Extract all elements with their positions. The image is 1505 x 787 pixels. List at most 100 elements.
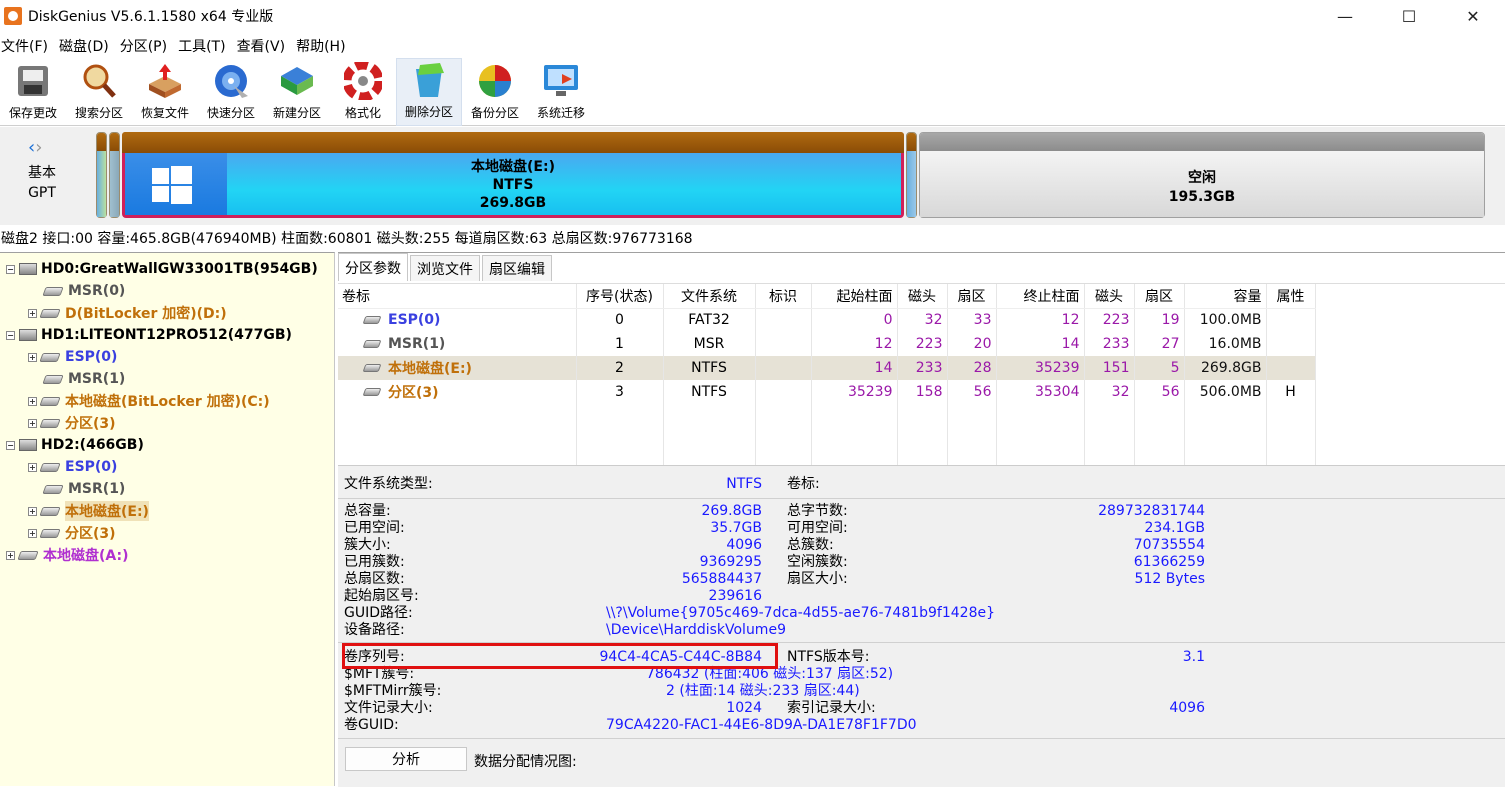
selected-partition-fs: NTFS — [492, 177, 534, 193]
col-start-sector[interactable]: 扇区 — [947, 284, 997, 309]
table-row[interactable]: 分区(3) 3 NTFS 35239 158 56 35304 32 56 50… — [338, 380, 1316, 404]
total-capacity-value: 269.8GB — [701, 503, 762, 519]
partition-icon — [39, 506, 61, 516]
tab-browse-files[interactable]: 浏览文件 — [410, 255, 480, 281]
delete-partition-button[interactable]: 删除分区 — [396, 58, 462, 126]
partition-icon — [362, 340, 382, 348]
menu-view[interactable]: 查看(V) — [235, 36, 295, 56]
partition-icon — [39, 418, 61, 428]
menu-tools[interactable]: 工具(T) — [176, 36, 234, 56]
selected-partition-name: 本地磁盘(E:) — [471, 159, 555, 175]
maximize-button[interactable]: ☐ — [1377, 0, 1441, 32]
device-path-value: \Device\HarddiskVolume9 — [606, 622, 786, 638]
tree-hd1-p3[interactable]: + 分区(3) — [28, 412, 116, 434]
tree-hd2-e[interactable]: + 本地磁盘(E:) — [28, 500, 149, 522]
backup-partition-button[interactable]: 备份分区 — [462, 58, 528, 126]
minimize-button[interactable]: — — [1313, 0, 1377, 32]
col-end-sector[interactable]: 扇区 — [1134, 284, 1185, 309]
col-flag[interactable]: 标识 — [755, 284, 812, 309]
total-bytes-value: 289732831744 — [1098, 503, 1205, 519]
tree-hd1-msr[interactable]: MSR(1) — [42, 368, 125, 390]
quick-partition-button[interactable]: 快速分区 — [198, 58, 264, 126]
fs-type-value: NTFS — [726, 476, 762, 492]
tree-hd2-esp[interactable]: + ESP(0) — [28, 456, 117, 478]
close-button[interactable]: ✕ — [1441, 0, 1505, 32]
right-panel: 分区参数 浏览文件 扇区编辑 卷标 序号(状态) 文件系统 标识 起始柱面 磁头… — [338, 252, 1505, 787]
volume-guid-value: 79CA4220-FAC1-44E6-8D9A-DA1E78F1F7D0 — [606, 717, 917, 733]
selected-partition-size: 269.8GB — [479, 195, 547, 211]
title-bar: DiskGenius V5.6.1.1580 x64 专业版 — ☐ ✕ — [0, 0, 1505, 32]
format-icon — [342, 60, 384, 102]
partition-icon — [42, 484, 64, 494]
tree-hd2[interactable]: − HD2:(466GB) — [6, 434, 144, 456]
col-fs[interactable]: 文件系统 — [663, 284, 756, 309]
hdd-icon — [19, 329, 37, 341]
col-start-head[interactable]: 磁头 — [897, 284, 948, 309]
recover-files-button[interactable]: 恢复文件 — [132, 58, 198, 126]
free-space-size: 195.3GB — [1168, 189, 1236, 205]
tree-hd0-d[interactable]: + D(BitLocker 加密)(D:) — [28, 302, 227, 324]
menu-file[interactable]: 文件(F) — [0, 36, 57, 56]
tree-hd1-c[interactable]: + 本地磁盘(BitLocker 加密)(C:) — [28, 390, 270, 412]
col-end-cyl[interactable]: 终止柱面 — [996, 284, 1085, 309]
partition-details: 文件系统类型: NTFS 卷标: 总容量: 269.8GB 总字节数: 2897… — [338, 465, 1505, 787]
col-volume[interactable]: 卷标 — [338, 284, 577, 309]
system-migrate-button[interactable]: 系统迁移 — [528, 58, 594, 126]
table-row-selected[interactable]: 本地磁盘(E:) 2 NTFS 14 233 28 35239 151 5 26… — [338, 356, 1316, 380]
col-start-cyl[interactable]: 起始柱面 — [811, 284, 898, 309]
partition-icon — [39, 396, 61, 406]
app-icon — [4, 7, 22, 25]
search-partition-button[interactable]: 搜索分区 — [66, 58, 132, 126]
menu-help[interactable]: 帮助(H) — [294, 36, 354, 56]
partition-seg-msr[interactable] — [109, 132, 120, 218]
partition-seg-3[interactable] — [906, 132, 917, 218]
analyze-button[interactable]: 分析 — [345, 747, 467, 771]
partition-icon — [362, 364, 382, 372]
tab-partition-params[interactable]: 分区参数 — [338, 253, 408, 281]
delete-partition-icon — [410, 61, 448, 99]
partition-seg-selected[interactable]: 本地磁盘(E:) NTFS 269.8GB — [122, 132, 904, 218]
tree-hd1-esp[interactable]: + ESP(0) — [28, 346, 117, 368]
menu-bar: 文件(F) 磁盘(D) 分区(P) 工具(T) 查看(V) 帮助(H) — [0, 34, 1505, 58]
partition-icon — [17, 550, 39, 560]
partition-icon — [39, 462, 61, 472]
partition-icon — [42, 286, 64, 296]
partition-icon — [362, 388, 382, 396]
new-partition-icon — [278, 62, 316, 100]
disk-tree: − HD0:GreatWallGW33001TB(954GB) MSR(0) + D… — [0, 252, 335, 786]
disk-nav-arrows[interactable]: ‹› — [28, 137, 42, 158]
new-partition-button[interactable]: 新建分区 — [264, 58, 330, 126]
table-row[interactable]: MSR(1) 1 MSR 12 223 20 14 233 27 16.0MB — [338, 332, 1316, 356]
menu-disk[interactable]: 磁盘(D) — [57, 36, 118, 56]
guid-path-value: \\?\Volume{9705c469-7dca-4d55-ae76-7481b… — [606, 605, 995, 621]
disk-info-line: 磁盘2 接口:00 容量:465.8GB(476940MB) 柱面数:60801… — [0, 226, 1505, 250]
save-changes-button[interactable]: 保存更改 — [0, 58, 66, 126]
menu-partition[interactable]: 分区(P) — [118, 36, 176, 56]
partition-icon — [39, 528, 61, 538]
tab-sector-edit[interactable]: 扇区编辑 — [482, 255, 552, 281]
tree-hd0-msr[interactable]: MSR(0) — [42, 280, 125, 302]
col-capacity[interactable]: 容量 — [1184, 284, 1267, 309]
tree-hd0[interactable]: − HD0:GreatWallGW33001TB(954GB) — [6, 258, 318, 280]
chevron-right-icon[interactable]: › — [35, 137, 42, 158]
format-button[interactable]: 格式化 — [330, 58, 396, 126]
tree-hd2-p3[interactable]: + 分区(3) — [28, 522, 116, 544]
partition-seg-esp[interactable] — [96, 132, 107, 218]
tree-hd2-msr[interactable]: MSR(1) — [42, 478, 125, 500]
tree-hd1[interactable]: − HD1:LITEONT12PRO512(477GB) — [6, 324, 292, 346]
free-space-label: 空闲 — [1188, 170, 1216, 186]
table-row[interactable]: ESP(0) 0 FAT32 0 32 33 12 223 19 100.0MB — [338, 308, 1316, 332]
col-attr[interactable]: 属性 — [1266, 284, 1316, 309]
recover-icon — [146, 62, 184, 100]
col-end-head[interactable]: 磁头 — [1084, 284, 1135, 309]
save-icon — [14, 62, 52, 100]
allocation-map-label: 数据分配情况图: — [474, 754, 577, 770]
partition-icon — [39, 352, 61, 362]
migrate-icon — [542, 62, 580, 100]
hdd-icon — [19, 263, 37, 275]
partition-seg-free[interactable]: 空闲 195.3GB — [919, 132, 1485, 218]
col-index[interactable]: 序号(状态) — [576, 284, 664, 309]
highlight-box — [342, 643, 778, 669]
hdd-icon — [19, 439, 37, 451]
tree-a[interactable]: + 本地磁盘(A:) — [6, 544, 129, 566]
